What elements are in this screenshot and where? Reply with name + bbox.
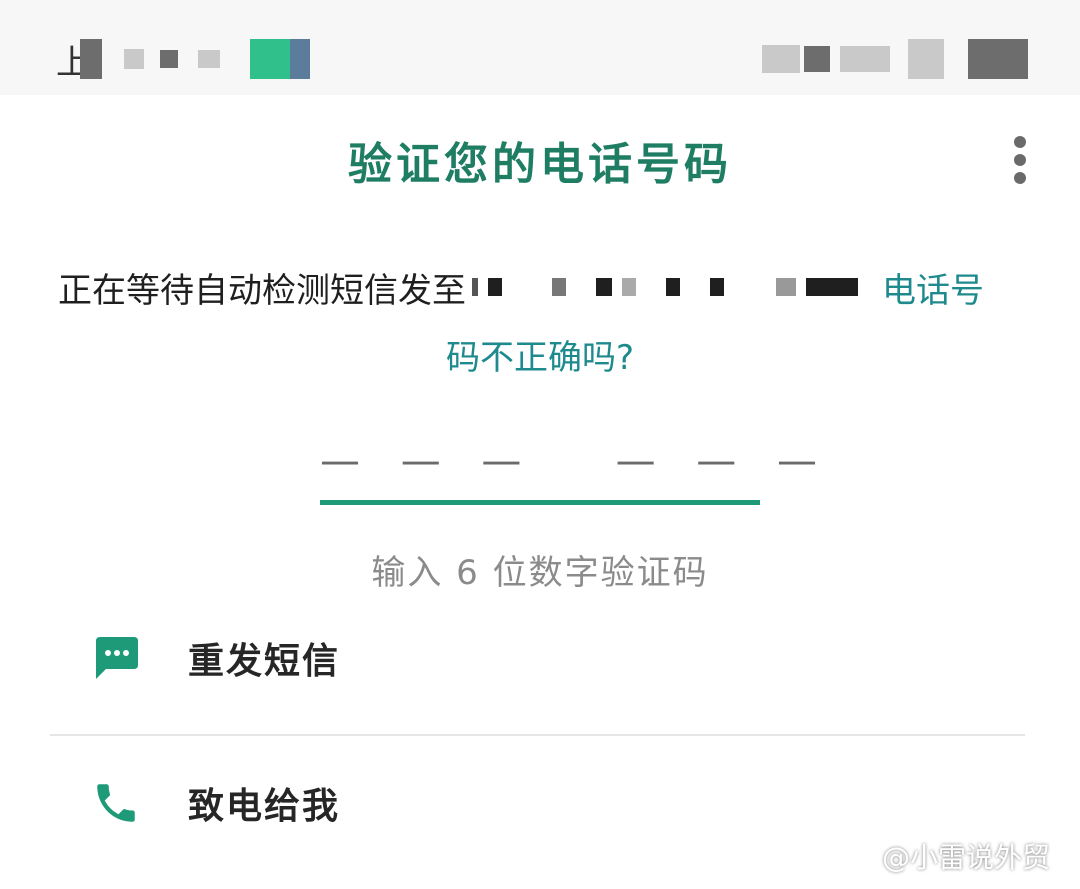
signal-icon bbox=[762, 45, 800, 73]
status-blur bbox=[908, 39, 944, 79]
watermark-text: @小雷说外贸 bbox=[881, 841, 1050, 874]
more-vert-icon[interactable] bbox=[1010, 136, 1030, 184]
status-blur bbox=[124, 49, 144, 69]
status-blur bbox=[198, 50, 220, 68]
status-time: 上 bbox=[56, 42, 90, 83]
notification-icon bbox=[250, 39, 290, 79]
phone-icon bbox=[80, 773, 152, 833]
message-icon bbox=[80, 628, 152, 688]
message-text: 正在等待自动检测短信发至 bbox=[58, 270, 466, 311]
resend-sms-label: 重发短信 bbox=[188, 641, 341, 682]
verification-message: 正在等待自动检测短信发至 电话号 bbox=[58, 262, 1033, 312]
call-me-button[interactable]: 致电给我 bbox=[50, 755, 1025, 851]
page-title: 验证您的电话号码 bbox=[348, 139, 732, 190]
code-hint: 输入 6 位数字验证码 bbox=[371, 553, 709, 593]
notification-icon bbox=[290, 39, 310, 79]
masked-phone-number bbox=[472, 278, 882, 296]
divider bbox=[50, 734, 1025, 736]
wrong-number-link[interactable]: 电话号 bbox=[882, 263, 984, 312]
call-me-label: 致电给我 bbox=[188, 786, 341, 827]
verification-code-input[interactable]: — — — — — — bbox=[320, 430, 832, 510]
status-blur bbox=[840, 46, 890, 72]
status-blur bbox=[80, 39, 102, 79]
watermark: @小雷说外贸 bbox=[882, 836, 1050, 876]
code-placeholder: — — — — — — bbox=[320, 438, 832, 484]
status-left: 上 bbox=[56, 34, 310, 84]
battery-icon bbox=[968, 39, 1028, 79]
status-blur bbox=[160, 50, 178, 68]
wrong-number-link-continued[interactable]: 码不正确吗? bbox=[0, 330, 1080, 379]
status-right bbox=[754, 36, 1028, 82]
wifi-icon bbox=[804, 46, 830, 72]
resend-sms-button[interactable]: 重发短信 bbox=[50, 610, 1025, 706]
input-underline bbox=[320, 500, 760, 505]
status-bar: 上 bbox=[0, 0, 1080, 95]
